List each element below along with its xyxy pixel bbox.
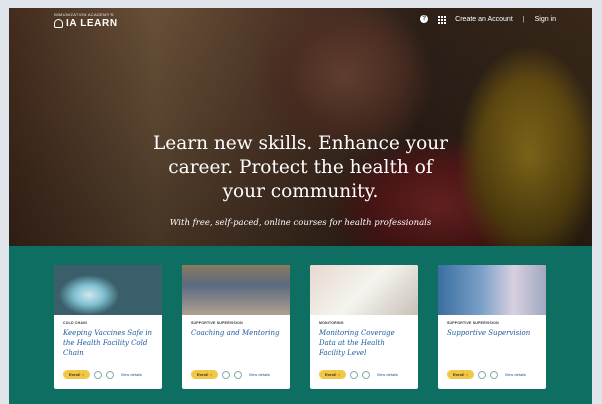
course-card[interactable]: SUPPORTIVE SUPERVISION Supportive Superv… <box>438 265 546 389</box>
course-image <box>182 265 290 315</box>
nav-separator: | <box>522 15 525 23</box>
view-details-link[interactable]: View details <box>121 372 142 377</box>
mobile-icon <box>477 370 486 379</box>
enroll-button[interactable]: Enroll › <box>63 370 90 379</box>
enroll-button[interactable]: Enroll › <box>191 370 218 379</box>
computer-icon <box>361 370 370 379</box>
course-actions: Enroll › View details <box>63 370 142 379</box>
chevron-right-icon: › <box>466 372 468 377</box>
enroll-label: Enroll <box>197 372 209 377</box>
mobile-icon <box>349 370 358 379</box>
course-title[interactable]: Monitoring Coverage Data at the Health F… <box>319 328 410 358</box>
course-image <box>54 265 162 315</box>
mobile-icon <box>221 370 230 379</box>
course-actions: Enroll › View details <box>319 370 398 379</box>
sign-in-link[interactable]: Sign in <box>535 16 556 23</box>
hero-banner: IMMUNIZATION ACADEMY'S IA LEARN ? Create… <box>9 8 592 246</box>
course-category: COLD CHAIN <box>63 321 87 325</box>
course-actions: Enroll › View details <box>447 370 526 379</box>
course-card[interactable]: MONITORING Monitoring Coverage Data at t… <box>310 265 418 389</box>
hero-overlay <box>9 8 592 246</box>
course-category: SUPPORTIVE SUPERVISION <box>447 321 499 325</box>
mobile-icon <box>93 370 102 379</box>
enroll-label: Enroll <box>69 372 81 377</box>
help-icon[interactable]: ? <box>420 15 429 23</box>
chevron-right-icon: › <box>210 372 212 377</box>
logo-icon <box>54 19 63 28</box>
view-details-link[interactable]: View details <box>249 372 270 377</box>
chevron-right-icon: › <box>82 372 84 377</box>
top-navigation: ? Create an Account | Sign in <box>420 15 556 24</box>
site-logo[interactable]: IMMUNIZATION ACADEMY'S IA LEARN <box>54 12 118 29</box>
course-title[interactable]: Coaching and Mentoring <box>191 328 282 338</box>
course-title[interactable]: Keeping Vaccines Safe in the Health Faci… <box>63 328 154 358</box>
chevron-right-icon: › <box>338 372 340 377</box>
enroll-button[interactable]: Enroll › <box>447 370 474 379</box>
apps-grid-icon[interactable] <box>438 15 447 24</box>
computer-icon <box>233 370 242 379</box>
course-card[interactable]: COLD CHAIN Keeping Vaccines Safe in the … <box>54 265 162 389</box>
view-details-link[interactable]: View details <box>505 372 526 377</box>
create-account-link[interactable]: Create an Account <box>455 16 513 23</box>
logo-wordmark: IA LEARN <box>54 18 118 29</box>
course-image <box>438 265 546 315</box>
enroll-button[interactable]: Enroll › <box>319 370 346 379</box>
enroll-label: Enroll <box>453 372 465 377</box>
logo-text: IA LEARN <box>66 18 118 29</box>
computer-icon <box>489 370 498 379</box>
course-card[interactable]: SUPPORTIVE SUPERVISION Coaching and Ment… <box>182 265 290 389</box>
course-category: MONITORING <box>319 321 344 325</box>
view-details-link[interactable]: View details <box>377 372 398 377</box>
logo-tagline: IMMUNIZATION ACADEMY'S <box>54 12 114 17</box>
course-actions: Enroll › View details <box>191 370 270 379</box>
computer-icon <box>105 370 114 379</box>
course-image <box>310 265 418 315</box>
enroll-label: Enroll <box>325 372 337 377</box>
hero-title: Learn new skills. Enhance your career. P… <box>152 133 448 202</box>
course-category: SUPPORTIVE SUPERVISION <box>191 321 243 325</box>
course-title[interactable]: Supportive Supervision <box>447 328 538 338</box>
hero-subtitle: With free, self-paced, online courses fo… <box>169 218 432 228</box>
